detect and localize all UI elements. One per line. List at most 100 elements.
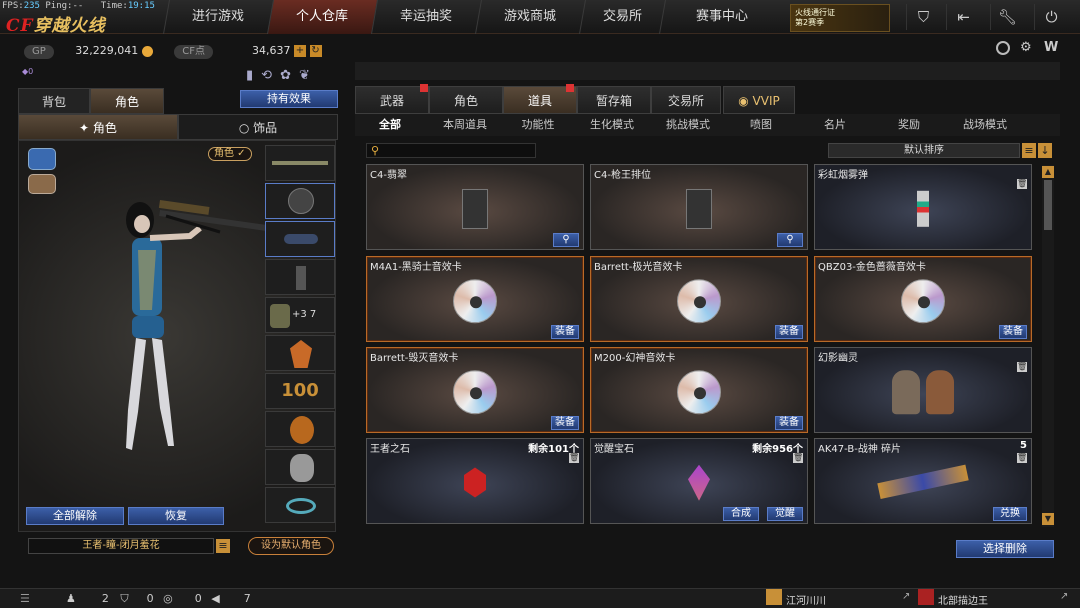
item-card[interactable]: C4-翡翠 ⚲ (366, 164, 584, 250)
item-card[interactable]: QBZ03-金色蔷薇音效卡 装备 (814, 256, 1032, 342)
mix-icon[interactable]: ✿ (280, 68, 299, 83)
sort-direction-icon[interactable]: ↓ (1038, 143, 1052, 158)
item-card[interactable]: M4A1-黑骑士音效卡 装备 (366, 256, 584, 342)
remove-all-button[interactable]: 全部解除 (26, 507, 124, 525)
popout-icon[interactable]: ↗ (902, 591, 910, 602)
filter-reward[interactable]: 奖励 (886, 117, 932, 133)
set-default-role-button[interactable]: 设为默认角色 (248, 537, 334, 555)
filter-zombie[interactable]: 生化模式 (586, 117, 638, 133)
combine-button[interactable]: 合成 (723, 507, 759, 521)
exit-icon[interactable]: ⇤ (946, 4, 980, 30)
filter-spray[interactable]: 喷图 (738, 117, 784, 133)
tab-trade[interactable]: 交易所 (651, 86, 721, 114)
filter-battlefield[interactable]: 战场模式 (954, 117, 1016, 133)
trash-icon[interactable]: 🗑︎ (793, 453, 803, 463)
role-name-field[interactable]: 王者-瞳-闭月羞花 (28, 538, 214, 554)
tab-characters[interactable]: 角色 (429, 86, 503, 114)
nav-tab-events[interactable]: 赛事中心 (659, 0, 785, 34)
slot-helmet[interactable] (265, 183, 335, 219)
item-card[interactable]: M200-幻神音效卡 装备 (590, 347, 808, 433)
subtab-accessory[interactable]: ○ 饰品 (178, 114, 338, 140)
gear-icon[interactable]: ⚙ (1020, 40, 1032, 55)
badge-icon-brown[interactable] (28, 174, 56, 194)
trash-icon[interactable]: 🗑︎ (1017, 362, 1027, 372)
equip-button[interactable]: 装备 (551, 325, 579, 339)
player-name-2[interactable]: 北部描边王 (938, 592, 988, 607)
tab-vvip[interactable]: ◉ VVIP (723, 86, 795, 114)
filter-functional[interactable]: 功能性 (512, 117, 564, 133)
subtab-role[interactable]: ✦ 角色 (18, 114, 178, 140)
sort-dropdown[interactable]: 默认排序 (828, 143, 1020, 158)
list-view-icon[interactable]: ≡ (1022, 143, 1036, 158)
badge-icon-blue[interactable] (28, 148, 56, 170)
hold-effect-button[interactable]: 持有效果 (240, 90, 338, 108)
slot-dragon[interactable] (265, 411, 335, 447)
battle-pass-promo[interactable]: 火线通行证 第2赛季 (790, 4, 890, 32)
equip-button[interactable]: 装备 (999, 325, 1027, 339)
filter-challenge[interactable]: 挑战模式 (660, 117, 716, 133)
cycle-icon[interactable]: ⟲ (261, 68, 280, 83)
filter-card[interactable]: 名片 (812, 117, 858, 133)
nav-tab-shop[interactable]: 游戏商城 (475, 0, 585, 34)
slot-emblem[interactable] (265, 335, 335, 371)
item-card[interactable]: Barrett-极光音效卡 装备 (590, 256, 808, 342)
equip-button[interactable]: 装备 (551, 416, 579, 430)
slot-ring[interactable] (265, 487, 335, 523)
refresh-cf-button[interactable]: ↻ (309, 45, 322, 57)
slot-weapon[interactable] (265, 145, 335, 181)
slot-wolf[interactable] (265, 449, 335, 485)
item-card[interactable]: 觉醒宝石 剩余956个 🗑︎ 合成 觉醒 (590, 438, 808, 524)
chart-icon[interactable]: ▮ (246, 68, 261, 83)
item-card[interactable]: C4-枪王排位 ⚲ (590, 164, 808, 250)
select-delete-button[interactable]: 选择删除 (956, 540, 1054, 558)
item-card[interactable]: 彩虹烟雾弹 🗑︎ (814, 164, 1032, 250)
trash-icon[interactable]: 🗑︎ (1017, 179, 1027, 189)
nav-tab-lottery[interactable]: 幸运抽奖 (371, 0, 481, 34)
sound-icon[interactable]: ◀ (211, 592, 219, 605)
slot-radio[interactable] (265, 259, 335, 295)
tab-weapons[interactable]: 武器 (355, 86, 429, 114)
chat-icon[interactable]: ◎ (163, 592, 173, 605)
nav-tab-trade[interactable]: 交易所 (579, 0, 665, 34)
scroll-thumb[interactable] (1044, 180, 1052, 230)
tab-role[interactable]: 角色 (90, 88, 164, 114)
power-icon[interactable]: ⏻ (1034, 4, 1068, 30)
filter-weekly[interactable]: 本周道具 (434, 117, 496, 133)
equip-button[interactable]: 装备 (775, 325, 803, 339)
clan-icon[interactable]: ⛉ (120, 592, 128, 605)
item-card[interactable]: AK47-B-战神 碎片 5 🗑︎ 兑换 (814, 438, 1032, 524)
bag-icon[interactable]: ❦ (299, 68, 318, 83)
nav-tab-play[interactable]: 进行游戏 (163, 0, 273, 34)
slot-glasses[interactable] (265, 221, 335, 257)
slot-100-icon[interactable]: 100 (265, 373, 335, 409)
exchange-button[interactable]: 兑换 (993, 507, 1027, 521)
trash-icon[interactable]: 🗑︎ (569, 453, 579, 463)
trash-icon[interactable]: 🗑︎ (1017, 453, 1027, 463)
search-icon[interactable]: ⚲ (553, 233, 579, 247)
scroll-down-icon[interactable]: ▼ (1042, 513, 1054, 525)
w-logo-icon[interactable]: W (1044, 40, 1058, 55)
popout-icon[interactable]: ↗ (1060, 591, 1068, 602)
tab-storage[interactable]: 暂存箱 (577, 86, 651, 114)
item-card[interactable]: 王者之石 剩余101个 🗑︎ (366, 438, 584, 524)
awaken-button[interactable]: 觉醒 (767, 507, 803, 521)
search-input[interactable]: ⚲ (366, 143, 536, 158)
equip-button[interactable]: 装备 (775, 416, 803, 430)
list-icon[interactable]: ≡ (216, 539, 230, 553)
tab-bag[interactable]: 背包 (18, 88, 90, 114)
add-cf-button[interactable]: + (294, 45, 306, 57)
friends-icon[interactable]: ♟ (66, 592, 76, 605)
shield-icon[interactable]: ⛉ (906, 4, 940, 30)
slot-backpack[interactable]: +3 7 (265, 297, 335, 333)
item-card[interactable]: 幻影幽灵 🗑︎ (814, 347, 1032, 433)
globe-icon[interactable] (996, 41, 1010, 55)
menu-icon[interactable]: ☰ (20, 592, 30, 605)
player-name-1[interactable]: 江河川川 (786, 592, 826, 607)
scroll-up-icon[interactable]: ▲ (1042, 166, 1054, 178)
nav-tab-inventory[interactable]: 个人仓库 (267, 0, 377, 34)
restore-button[interactable]: 恢复 (128, 507, 224, 525)
filter-all[interactable]: 全部 (364, 117, 416, 133)
wrench-icon[interactable]: 🔧︎ (990, 4, 1024, 30)
search-icon[interactable]: ⚲ (777, 233, 803, 247)
item-card[interactable]: Barrett-毁灭音效卡 装备 (366, 347, 584, 433)
